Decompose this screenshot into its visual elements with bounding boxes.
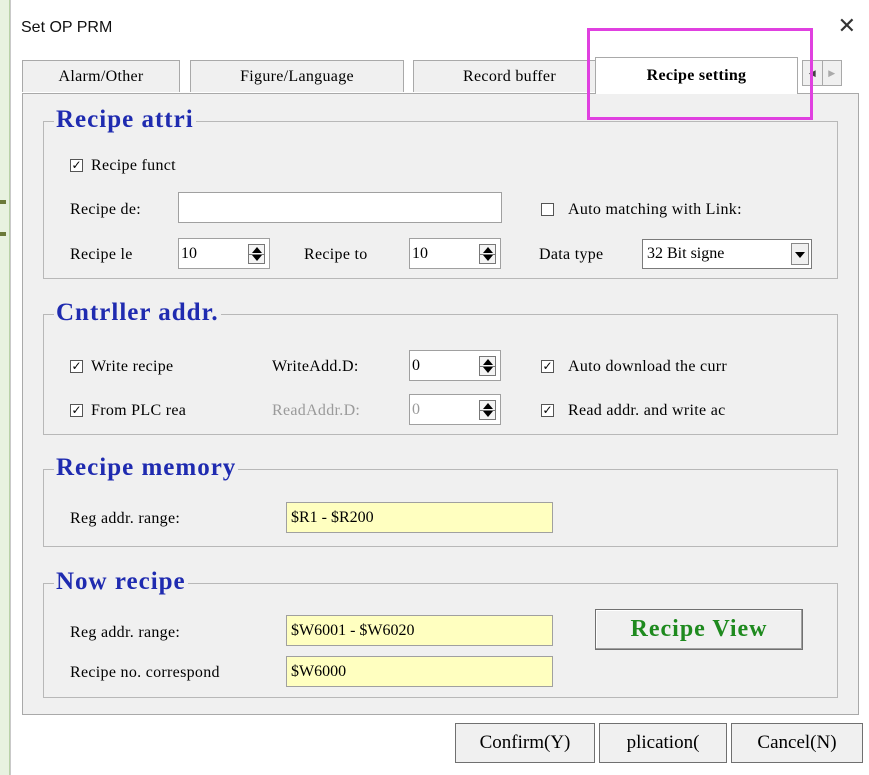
read-addr-label: ReadAddr.D: xyxy=(272,402,361,419)
recipe-length-value: 10 xyxy=(181,245,197,262)
recipe-length-spinner[interactable]: 10 xyxy=(178,238,270,269)
recipe-funct-checkbox[interactable]: ✓ xyxy=(70,159,83,172)
read-write-addr-checkbox[interactable]: ✓ xyxy=(541,404,554,417)
tab-figure-language[interactable]: Figure/Language xyxy=(190,60,404,92)
auto-matching-label: Auto matching with Link: xyxy=(568,201,742,218)
recipe-no-field[interactable]: $W6000 xyxy=(286,656,553,687)
recipe-setting-panel: Recipe attri ✓ Recipe funct Recipe de: A… xyxy=(22,93,859,715)
spin-up-down-icon[interactable] xyxy=(479,400,496,420)
group-title-now-recipe: Now recipe xyxy=(54,568,188,596)
write-recipe-checkbox[interactable]: ✓ xyxy=(70,360,83,373)
recipe-total-label: Recipe to xyxy=(304,246,368,263)
memory-range-label: Reg addr. range: xyxy=(70,510,181,527)
auto-download-label: Auto download the curr xyxy=(568,358,728,375)
recipe-desc-input[interactable] xyxy=(178,192,502,223)
write-addr-value: 0 xyxy=(412,357,420,374)
from-plc-checkbox[interactable]: ✓ xyxy=(70,404,83,417)
cancel-button[interactable]: Cancel(N) xyxy=(731,723,863,763)
group-title-controller-addr: Cntrller addr. xyxy=(54,299,221,327)
group-title-recipe-memory: Recipe memory xyxy=(54,454,239,482)
data-type-select[interactable]: 32 Bit signe xyxy=(642,239,812,269)
close-icon[interactable]: ✕ xyxy=(838,14,856,39)
confirm-button[interactable]: Confirm(Y) xyxy=(455,723,595,763)
read-addr-value: 0 xyxy=(412,401,420,418)
recipe-view-button[interactable]: Recipe View xyxy=(595,609,803,650)
group-controller-addr: Cntrller addr. ✓ Write recipe WriteAdd.D… xyxy=(43,299,838,435)
spin-up-down-icon[interactable] xyxy=(248,244,265,264)
spin-up-down-icon[interactable] xyxy=(479,356,496,376)
dropdown-arrow-icon[interactable] xyxy=(791,243,809,265)
read-addr-spinner[interactable]: 0 xyxy=(409,394,501,425)
memory-range-field[interactable]: $R1 - $R200 xyxy=(286,502,553,533)
application-button[interactable]: plication( xyxy=(599,723,727,763)
spin-up-down-icon[interactable] xyxy=(479,244,496,264)
background-window-strip xyxy=(0,0,10,775)
recipe-desc-label: Recipe de: xyxy=(70,201,141,218)
auto-matching-checkbox[interactable] xyxy=(541,203,554,216)
scroll-right-icon[interactable]: ▶ xyxy=(821,61,842,85)
scroll-left-icon[interactable]: ◀ xyxy=(803,61,822,85)
data-type-label: Data type xyxy=(539,246,604,263)
recipe-funct-label: Recipe funct xyxy=(91,157,176,174)
dialog-title: Set OP PRM xyxy=(21,19,113,36)
from-plc-label: From PLC rea xyxy=(91,402,187,419)
write-addr-spinner[interactable]: 0 xyxy=(409,350,501,381)
group-recipe-attri: Recipe attri ✓ Recipe funct Recipe de: A… xyxy=(43,106,838,279)
strip-mark xyxy=(0,200,6,204)
recipe-total-value: 10 xyxy=(412,245,428,262)
tab-record-buffer[interactable]: Record buffer xyxy=(413,60,606,92)
recipe-total-spinner[interactable]: 10 xyxy=(409,238,501,269)
strip-mark xyxy=(0,232,6,236)
tab-scroll-buttons: ◀ ▶ xyxy=(802,60,842,86)
group-recipe-memory: Recipe memory Reg addr. range: $R1 - $R2… xyxy=(43,454,838,547)
auto-download-checkbox[interactable]: ✓ xyxy=(541,360,554,373)
read-write-addr-label: Read addr. and write ac xyxy=(568,402,726,419)
write-recipe-label: Write recipe xyxy=(91,358,174,375)
recipe-length-label: Recipe le xyxy=(70,246,133,263)
data-type-value: 32 Bit signe xyxy=(647,245,725,262)
recipe-no-label: Recipe no. correspond xyxy=(70,664,220,681)
now-range-label: Reg addr. range: xyxy=(70,624,181,641)
tab-recipe-setting[interactable]: Recipe setting xyxy=(595,57,798,94)
tab-alarm-other[interactable]: Alarm/Other xyxy=(22,60,180,92)
now-range-field[interactable]: $W6001 - $W6020 xyxy=(286,615,553,646)
write-addr-label: WriteAdd.D: xyxy=(272,358,359,375)
group-title-recipe-attri: Recipe attri xyxy=(54,106,196,134)
